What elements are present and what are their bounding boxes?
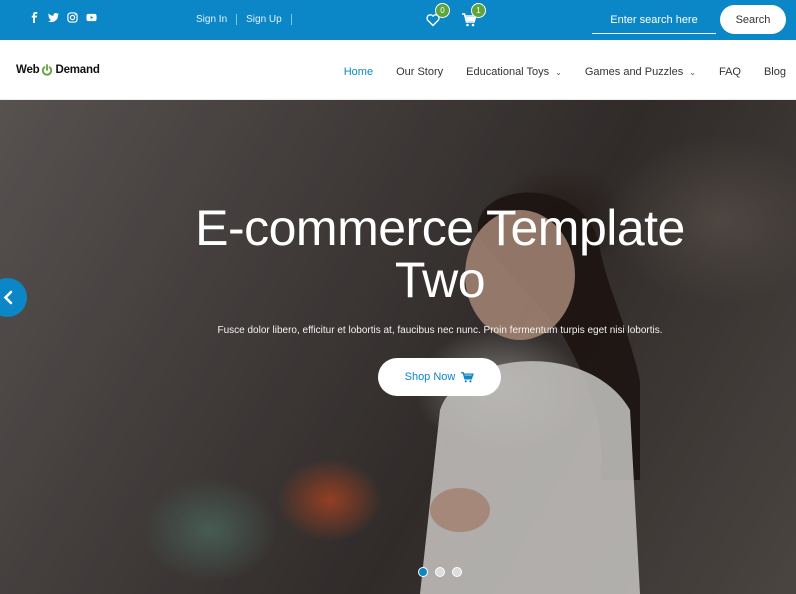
sign-in-link[interactable]: Sign In xyxy=(196,14,227,25)
cart-icon xyxy=(461,371,475,382)
search-input[interactable] xyxy=(592,6,716,34)
sign-up-link[interactable]: Sign Up xyxy=(246,14,282,25)
nav-label: Games and Puzzles xyxy=(584,66,684,78)
power-icon xyxy=(42,64,53,76)
nav-item-educational-toys[interactable]: Educational Toys ⌄ xyxy=(466,66,562,78)
nav-label: Educational Toys xyxy=(466,66,550,78)
hero-slider: E-commerce Template Two Fusce dolor libe… xyxy=(0,100,796,594)
slider-dot[interactable] xyxy=(452,567,462,577)
wishlist-count-badge: 0 xyxy=(435,3,450,18)
nav-item-home[interactable]: Home xyxy=(344,66,373,78)
slider-dot[interactable] xyxy=(418,567,428,577)
logo-text-right: Demand xyxy=(55,64,100,76)
nav-item-faq[interactable]: FAQ xyxy=(719,66,741,78)
cart-count-badge: 1 xyxy=(471,3,486,18)
nav-item-games-and-puzzles[interactable]: Games and Puzzles ⌄ xyxy=(585,66,696,78)
shop-now-label: Shop Now xyxy=(404,371,456,383)
slider-dots xyxy=(418,567,462,577)
shop-now-button[interactable]: Shop Now xyxy=(378,358,501,396)
youtube-icon[interactable] xyxy=(86,12,97,23)
logo-text-left: Web xyxy=(16,64,40,76)
nav-item-blog[interactable]: Blog xyxy=(764,66,786,78)
chevron-left-icon xyxy=(3,290,13,305)
main-nav-bar: Web Demand Home Our Story Educational To… xyxy=(0,40,796,100)
logo[interactable]: Web Demand xyxy=(16,64,100,76)
nav-label: Our Story xyxy=(396,66,444,78)
search-button[interactable]: Search xyxy=(720,5,786,34)
chevron-down-icon: ⌄ xyxy=(689,67,696,77)
hero-title-line: Two xyxy=(394,252,486,308)
hero-title-line: E-commerce Template xyxy=(195,200,685,256)
nav-label: FAQ xyxy=(718,66,741,78)
nav-label: Blog xyxy=(763,66,786,78)
wishlist-button[interactable]: 0 xyxy=(426,3,450,28)
hero-subtitle: Fusce dolor libero, efficitur et loborti… xyxy=(217,325,663,336)
nav-label: Home xyxy=(343,66,374,78)
divider xyxy=(236,14,238,25)
facebook-icon[interactable] xyxy=(29,12,40,23)
twitter-icon[interactable] xyxy=(48,12,59,23)
divider xyxy=(290,14,292,25)
slider-dot[interactable] xyxy=(435,567,445,577)
social-links xyxy=(29,12,97,23)
hero-title: E-commerce Template Two xyxy=(0,202,796,306)
slider-prev-button[interactable] xyxy=(0,278,27,317)
instagram-icon[interactable] xyxy=(67,12,78,23)
chevron-down-icon: ⌄ xyxy=(555,67,562,77)
auth-links: Sign In Sign Up xyxy=(196,14,301,25)
top-bar: Sign In Sign Up 0 1 Search xyxy=(0,0,796,40)
cart-button[interactable]: 1 xyxy=(462,3,486,28)
hero-overlay xyxy=(0,100,796,594)
nav-item-our-story[interactable]: Our Story xyxy=(396,66,443,78)
primary-nav: Home Our Story Educational Toys ⌄ Games a… xyxy=(321,66,786,78)
